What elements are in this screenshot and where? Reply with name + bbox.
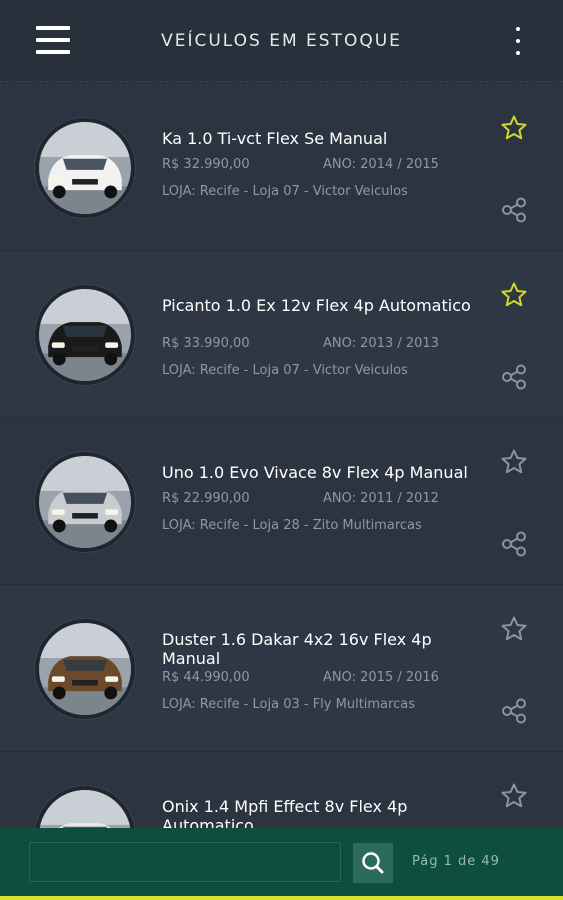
vehicle-price: R$ 22.990,00 — [162, 491, 250, 506]
vehicle-name: Duster 1.6 Dakar 4x2 16v Flex 4p Manual — [162, 630, 432, 668]
favorite-star-icon[interactable] — [500, 782, 528, 810]
share-icon[interactable] — [500, 363, 528, 391]
pagination-info: Pág 1 de 49 — [412, 854, 500, 869]
vehicle-year: ANO: 2011 / 2012 — [323, 491, 439, 506]
vehicle-store: LOJA: Recife - Loja 07 - Victor Veiculos — [162, 363, 408, 378]
share-icon[interactable] — [500, 530, 528, 558]
search-button[interactable] — [353, 843, 393, 883]
vehicle-photo — [35, 619, 135, 719]
vehicle-year: ANO: 2014 / 2015 — [323, 157, 439, 172]
vehicle-list-item[interactable]: Ka 1.0 Ti-vct Flex Se Manual R$ 32.990,00… — [0, 84, 563, 251]
vehicle-store: LOJA: Recife - Loja 28 - Zito Multimarca… — [162, 518, 422, 533]
vehicle-name: Uno 1.0 Evo Vivace 8v Flex 4p Manual — [162, 463, 468, 482]
favorite-star-icon[interactable] — [500, 615, 528, 643]
vehicle-name: Ka 1.0 Ti-vct Flex Se Manual — [162, 129, 388, 148]
share-icon[interactable] — [500, 697, 528, 725]
share-icon[interactable] — [500, 196, 528, 224]
vehicle-list-item[interactable]: Picanto 1.0 Ex 12v Flex 4p Automatico R$ … — [0, 251, 563, 418]
search-icon — [362, 852, 384, 874]
vehicle-year: ANO: 2013 / 2013 — [323, 336, 439, 351]
bottom-search-bar: Pág 1 de 49 — [0, 828, 563, 900]
more-options-icon[interactable] — [508, 26, 528, 58]
vehicle-store: LOJA: Recife - Loja 03 - Fly Multimarcas — [162, 697, 415, 712]
vehicle-photo — [35, 452, 135, 552]
vehicle-list-item[interactable]: Duster 1.6 Dakar 4x2 16v Flex 4p Manual R… — [0, 585, 563, 752]
vehicle-price: R$ 33.990,00 — [162, 336, 250, 351]
vehicle-photo — [35, 285, 135, 385]
favorite-star-icon[interactable] — [500, 281, 528, 309]
favorite-star-icon[interactable] — [500, 114, 528, 142]
search-input[interactable] — [29, 842, 341, 882]
vehicle-list-item[interactable]: Uno 1.0 Evo Vivace 8v Flex 4p Manual R$ 2… — [0, 418, 563, 585]
vehicle-name: Picanto 1.0 Ex 12v Flex 4p Automatico — [162, 296, 471, 315]
vehicle-store: LOJA: Recife - Loja 07 - Victor Veiculos — [162, 184, 408, 199]
page-title: VEÍCULOS EM ESTOQUE — [161, 31, 402, 51]
vehicle-photo — [35, 118, 135, 218]
vehicle-price: R$ 32.990,00 — [162, 157, 250, 172]
vehicle-year: ANO: 2015 / 2016 — [323, 670, 439, 685]
vehicle-price: R$ 44.990,00 — [162, 670, 250, 685]
app-bar: VEÍCULOS EM ESTOQUE — [0, 0, 563, 82]
favorite-star-icon[interactable] — [500, 448, 528, 476]
vehicle-list: Ka 1.0 Ti-vct Flex Se Manual R$ 32.990,00… — [0, 84, 563, 900]
